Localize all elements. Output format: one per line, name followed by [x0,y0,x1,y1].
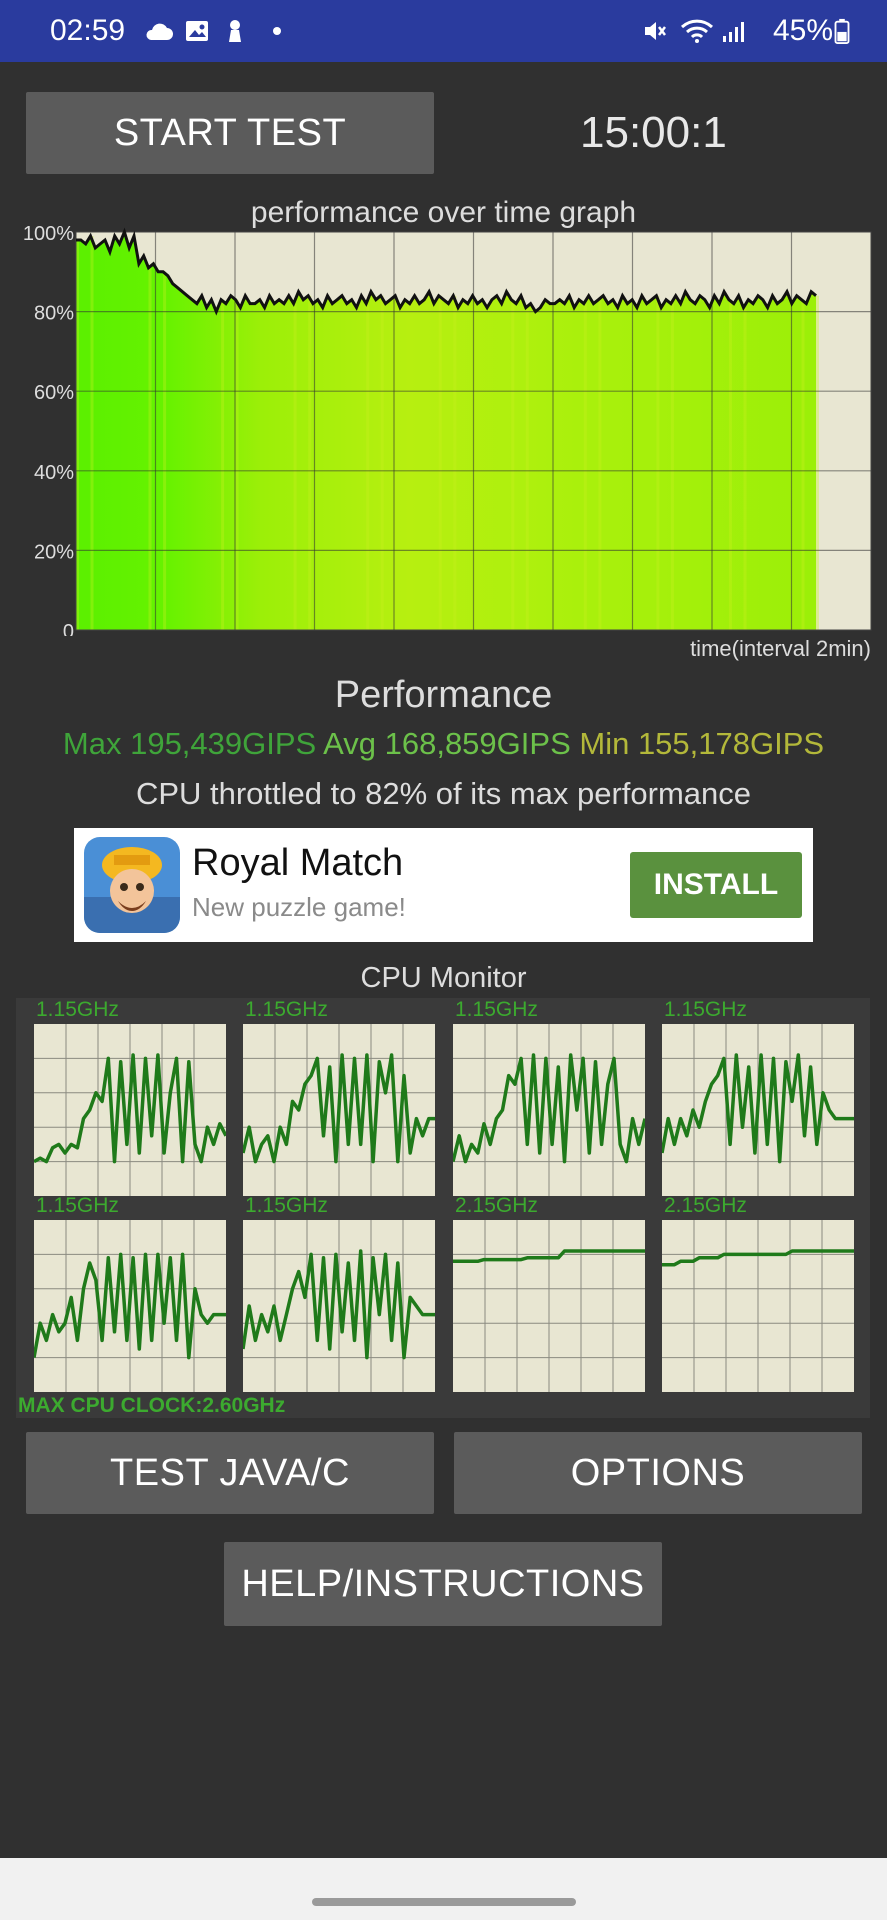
navigation-bar [0,1858,887,1920]
graph-stripe [453,295,457,630]
core-clock-label: 1.15GHz [36,998,119,1021]
graph-y-tick-label: 60% [34,382,74,404]
battery-percent: 45% [772,14,833,47]
mute-icon [645,22,666,40]
figure-icon [229,20,241,42]
ad-app-icon[interactable] [84,837,180,933]
graph-y-tick-label: 80% [34,303,74,325]
core-graph [453,1220,645,1392]
core-clock-label: 1.15GHz [36,1194,119,1217]
graph-stripe [163,271,167,630]
stat-max: Max 195,439GIPS [62,726,317,761]
stat-avg: Avg 168,859GIPS [323,726,571,761]
core-graph [34,1220,226,1392]
core-clock-label: 2.15GHz [664,1194,747,1217]
status-bar: 02:59 45% [0,0,887,62]
graph-stripe [308,295,312,630]
ad-subtitle: New puzzle game! [192,892,406,922]
cpu-monitor-title: CPU Monitor [360,962,527,994]
graph-stripe [583,303,587,630]
core-clock-label: 2.15GHz [455,1194,538,1217]
core-graph [243,1024,435,1196]
core-graph [662,1220,854,1392]
graph-y-ticks: 100% 80% 60% 40% 20% 0 [23,223,74,636]
graph-y-tick-label: 0 [63,621,74,636]
graph-stripe [293,303,297,630]
core-graph [662,1024,854,1196]
core-graph [243,1220,435,1392]
graph-stripe [816,295,819,630]
graph-stripe [525,307,529,630]
graph-y-tick-label: 20% [34,541,74,563]
graph-stripe [801,299,805,630]
timer: 15:00:1 [580,108,727,157]
graph-stripe [728,299,732,630]
graph-y-tick-label: 40% [34,462,74,484]
graph-stripe [670,303,674,630]
cloud-icon [146,23,173,40]
help-instructions-button[interactable]: HELP/INSTRUCTIONS [224,1542,662,1626]
graph-stripe [438,295,442,630]
graph-stripe [148,267,152,630]
install-button[interactable]: INSTALL [630,852,802,918]
core-clock-label: 1.15GHz [245,1194,328,1217]
signal-icon [723,22,744,42]
wifi-icon [680,19,714,43]
home-handle[interactable] [312,1898,576,1906]
stat-min: Min 155,178GIPS [579,726,825,761]
image-icon [186,21,208,41]
battery-icon [834,18,850,44]
graph-stripe [380,295,384,630]
performance-heading: Performance [334,674,553,716]
core-clock-label: 1.15GHz [664,998,747,1021]
performance-stats: Max 195,439GIPS Avg 168,859GIPS Min 155,… [0,726,887,762]
ad-banner[interactable]: Royal Match New puzzle game! INSTALL [74,828,813,942]
performance-graph: 100% 80% 60% 40% 20% 0 [23,223,872,636]
max-cpu-clock: MAX CPU CLOCK:2.60GHz [18,1394,286,1417]
graph-stripe [221,299,225,630]
test-java-c-button[interactable]: TEST JAVA/C [26,1432,434,1514]
core-graph [453,1024,645,1196]
graph-stripe [511,299,515,630]
dot-icon [273,27,281,35]
status-time: 02:59 [50,14,126,47]
options-button[interactable]: OPTIONS [454,1432,862,1514]
cpu-monitor-panel: 1.15GHz 1.15GHz 1.15GHz 1.15GHz 1.15GHz 1.15G… [16,998,870,1418]
throttle-text: CPU throttled to 82% of its max performa… [135,776,752,811]
graph-y-tick-label: 100% [23,223,74,245]
core-graph [34,1024,226,1196]
graph-stripe [90,236,94,630]
ad-title[interactable]: Royal Match [192,842,403,885]
graph-stripe [366,303,370,630]
core-clock-label: 1.15GHz [245,998,328,1021]
graph-stripe [743,307,747,630]
core-clock-label: 1.15GHz [455,998,538,1021]
graph-stripe [656,295,660,630]
graph-stripe [235,299,239,630]
start-test-button[interactable]: START TEST [26,92,434,174]
graph-stripe [598,299,602,630]
time-axis-label: time(interval 2min) [690,636,871,661]
